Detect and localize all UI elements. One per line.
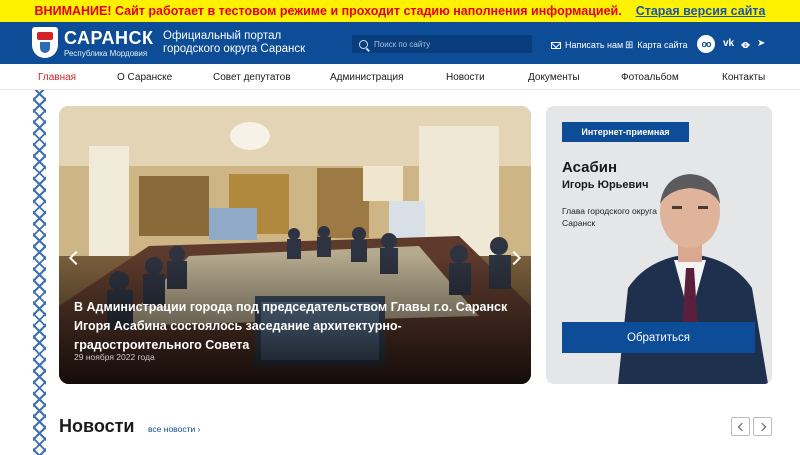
mail-icon [551, 41, 561, 49]
news-slider[interactable]: В Администрации города под председательс… [59, 106, 531, 384]
news-prev-button[interactable] [731, 417, 750, 436]
glasses-icon: oo [701, 39, 712, 49]
write-us-link[interactable]: Написать нам [551, 40, 623, 50]
menu-item-contacts[interactable]: Контакты [722, 72, 765, 83]
slider-next-arrow[interactable] [507, 249, 523, 265]
menu-item-documents[interactable]: Документы [528, 72, 580, 83]
menu-item-home[interactable]: Главная [38, 72, 76, 83]
sitemap-icon: ⊞ [625, 39, 634, 51]
slide-date: 29 ноября 2022 года [74, 352, 155, 362]
menu-item-news[interactable]: Новости [446, 72, 485, 83]
news-heading: Новости [59, 416, 135, 436]
mayor-card: Интернет-приемная Асабин Игорь Юрьевич Г… [546, 106, 772, 384]
logo-subtitle: Республика Мордовия [64, 49, 148, 58]
search-input[interactable] [374, 39, 524, 49]
menu-item-photoalbum[interactable]: Фотоальбом [621, 72, 679, 83]
slide-title[interactable]: В Администрации города под председательс… [74, 298, 524, 355]
menu-item-council[interactable]: Совет депутатов [213, 72, 291, 83]
search-box[interactable] [352, 35, 532, 53]
portal-title-line1: Официальный портал [163, 30, 282, 42]
news-next-button[interactable] [753, 417, 772, 436]
all-news-link[interactable]: все новости › [148, 424, 200, 434]
contact-button[interactable]: Обратиться [562, 322, 755, 353]
site-map-label: Карта сайта [637, 40, 688, 50]
coat-of-arms-icon[interactable] [32, 27, 58, 58]
portal-title-line2: городского округа Саранск [163, 43, 306, 55]
telegram-icon[interactable]: ➤ [757, 38, 765, 49]
slider-prev-arrow[interactable] [65, 249, 81, 265]
site-map-link[interactable]: ⊞ Карта сайта [625, 40, 688, 50]
write-us-label: Написать нам [565, 40, 624, 50]
accessibility-glasses-button[interactable]: oo [697, 35, 715, 53]
menu-item-about[interactable]: О Саранске [117, 72, 172, 83]
main-menu: Главная О Саранске Совет депутатов Админ… [0, 64, 800, 90]
portal-title: Официальный портал городского округа Сар… [163, 30, 343, 56]
menu-item-administration[interactable]: Администрация [330, 72, 404, 83]
ornament-strip [33, 90, 46, 455]
warning-text: ВНИМАНИЕ! Сайт работает в тестовом режим… [34, 4, 622, 18]
site-header: САРАНСК Республика Мордовия Официальный … [0, 22, 800, 64]
search-icon[interactable] [359, 39, 368, 49]
ok-icon[interactable]: ꝋ [741, 38, 750, 51]
old-site-link[interactable]: Старая версия сайта [636, 4, 766, 18]
logo-title[interactable]: САРАНСК [64, 28, 153, 49]
vk-icon[interactable]: vk [723, 38, 734, 49]
test-mode-warning-bar: ВНИМАНИЕ! Сайт работает в тестовом режим… [0, 0, 800, 22]
internet-reception-badge[interactable]: Интернет-приемная [562, 122, 689, 142]
